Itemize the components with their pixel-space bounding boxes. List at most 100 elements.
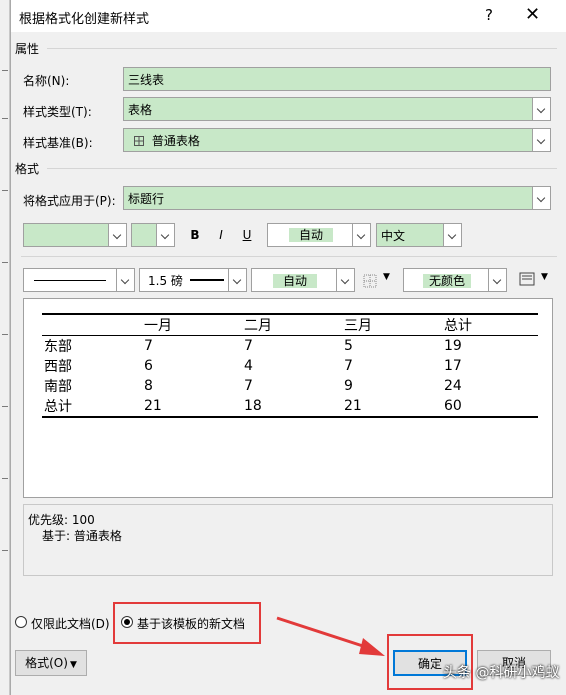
table-row: 总计 21 18 21 60 <box>42 396 538 417</box>
chevron-down-icon[interactable] <box>156 224 174 246</box>
borders-button[interactable] <box>363 274 377 291</box>
name-label: 名称(N): <box>23 74 70 88</box>
table-header-cell: 三月 <box>344 318 372 334</box>
chevron-down-icon[interactable] <box>443 224 461 246</box>
apply-to-label: 将格式应用于(P): <box>23 194 116 208</box>
table-cell: 7 <box>244 378 253 394</box>
apply-to-value: 标题行 <box>128 192 165 206</box>
chevron-down-icon[interactable] <box>116 269 134 291</box>
chevron-down-icon[interactable] <box>488 269 506 291</box>
script-value: 中文 <box>381 229 406 243</box>
style-type-select[interactable]: 表格 <box>123 97 551 121</box>
highlight-box-option <box>113 602 261 644</box>
alignment-icon <box>519 272 535 286</box>
table-cell: 南部 <box>44 379 72 395</box>
format-divider <box>47 168 557 169</box>
style-type-label: 样式类型(T): <box>23 105 92 119</box>
properties-divider <box>47 48 557 49</box>
chevron-down-icon[interactable] <box>108 224 126 246</box>
table-row: 西部 6 4 7 17 <box>42 356 538 376</box>
shading-value: 无颜色 <box>422 274 471 288</box>
line-width-value: 1.5 磅 <box>148 274 183 288</box>
table-cell: 21 <box>344 398 362 414</box>
underline-button[interactable]: U <box>237 224 257 246</box>
table-cell: 24 <box>444 378 462 394</box>
table-cell: 8 <box>144 378 153 394</box>
script-select[interactable]: 中文 <box>376 223 462 247</box>
table-cell: 9 <box>344 378 353 394</box>
chevron-down-icon[interactable] <box>352 224 370 246</box>
line-color-select[interactable]: 自动 <box>251 268 355 292</box>
priority-text: 优先级: 100 <box>28 513 95 527</box>
title-bar: 根据格式化创建新样式 ? ✕ <box>11 0 566 32</box>
line-style-sample <box>34 280 106 281</box>
bold-button[interactable]: B <box>185 224 205 246</box>
font-color-value: 自动 <box>288 228 333 242</box>
format-section-label: 格式 <box>15 162 40 176</box>
borders-dropdown-caret-icon[interactable]: ▼ <box>383 272 390 282</box>
dialog-title: 根据格式化创建新样式 <box>19 12 150 27</box>
table-cell: 21 <box>144 398 162 414</box>
style-base-label: 样式基准(B): <box>23 136 93 150</box>
background-window-edge <box>0 0 10 695</box>
name-input[interactable]: 三线表 <box>123 67 551 91</box>
table-cell: 7 <box>244 338 253 354</box>
table-cell: 7 <box>344 358 353 374</box>
style-description: 优先级: 100 基于: 普通表格 <box>23 504 553 576</box>
table-header-cell: 二月 <box>244 318 272 334</box>
font-color-select[interactable]: 自动 <box>267 223 371 247</box>
table-header-row: 一月 二月 三月 总计 <box>42 314 538 336</box>
format-row-divider <box>21 256 557 257</box>
new-style-dialog: 根据格式化创建新样式 ? ✕ 属性 名称(N): 三线表 样式类型(T): 表格… <box>10 0 566 695</box>
table-cell: 18 <box>244 398 262 414</box>
table-cell: 西部 <box>44 359 72 375</box>
line-color-value: 自动 <box>272 274 317 288</box>
chevron-down-icon[interactable] <box>532 129 550 151</box>
chevron-down-icon[interactable] <box>228 269 246 291</box>
alignment-dropdown-caret-icon[interactable]: ▼ <box>541 272 548 282</box>
table-header-cell <box>42 314 142 336</box>
watermark: 头条 @科研小鸡蚁 <box>443 665 560 681</box>
italic-button[interactable]: I <box>211 224 231 246</box>
chevron-down-icon[interactable] <box>532 98 550 120</box>
table-cell: 总计 <box>44 399 72 415</box>
properties-section-label: 属性 <box>15 42 40 56</box>
based-on-text: 基于: 普通表格 <box>42 529 122 543</box>
chevron-down-icon: ▼ <box>69 660 77 670</box>
table-row: 东部 7 7 5 19 <box>42 336 538 357</box>
format-menu-button[interactable]: 格式(O) ▼ <box>15 650 87 676</box>
table-cell: 东部 <box>44 339 72 355</box>
table-header-cell: 一月 <box>144 318 172 334</box>
style-type-value: 表格 <box>128 103 153 117</box>
close-button[interactable]: ✕ <box>525 4 540 25</box>
style-base-select[interactable]: 普通表格 <box>123 128 551 152</box>
borders-icon <box>363 274 377 288</box>
preview-table: 一月 二月 三月 总计 东部 7 7 5 19 西部 6 4 7 17 南部 8… <box>42 313 538 418</box>
table-icon <box>134 136 144 146</box>
table-row: 南部 8 7 9 24 <box>42 376 538 396</box>
shading-select[interactable]: 无颜色 <box>403 268 507 292</box>
table-cell: 7 <box>144 338 153 354</box>
chevron-down-icon[interactable] <box>532 187 550 209</box>
annotation-arrow-icon <box>276 616 385 656</box>
table-cell: 4 <box>244 358 253 374</box>
apply-to-select[interactable]: 标题行 <box>123 186 551 210</box>
table-cell: 17 <box>444 358 462 374</box>
alignment-button[interactable] <box>519 272 535 289</box>
table-cell: 5 <box>344 338 353 354</box>
line-style-select[interactable] <box>23 268 135 292</box>
style-preview: 一月 二月 三月 总计 东部 7 7 5 19 西部 6 4 7 17 南部 8… <box>23 298 553 498</box>
format-button-label: 格式(O) <box>25 656 68 670</box>
table-cell: 60 <box>444 398 462 414</box>
font-size-select[interactable] <box>131 223 175 247</box>
only-this-document-label[interactable]: 仅限此文档(D) <box>31 615 110 632</box>
style-base-value: 普通表格 <box>151 134 200 148</box>
table-cell: 6 <box>144 358 153 374</box>
font-name-select[interactable] <box>23 223 127 247</box>
line-width-sample <box>190 279 224 281</box>
help-button[interactable]: ? <box>485 6 493 24</box>
only-this-document-radio[interactable] <box>15 616 27 628</box>
line-width-select[interactable]: 1.5 磅 <box>139 268 247 292</box>
table-cell: 19 <box>444 338 462 354</box>
chevron-down-icon[interactable] <box>336 269 354 291</box>
